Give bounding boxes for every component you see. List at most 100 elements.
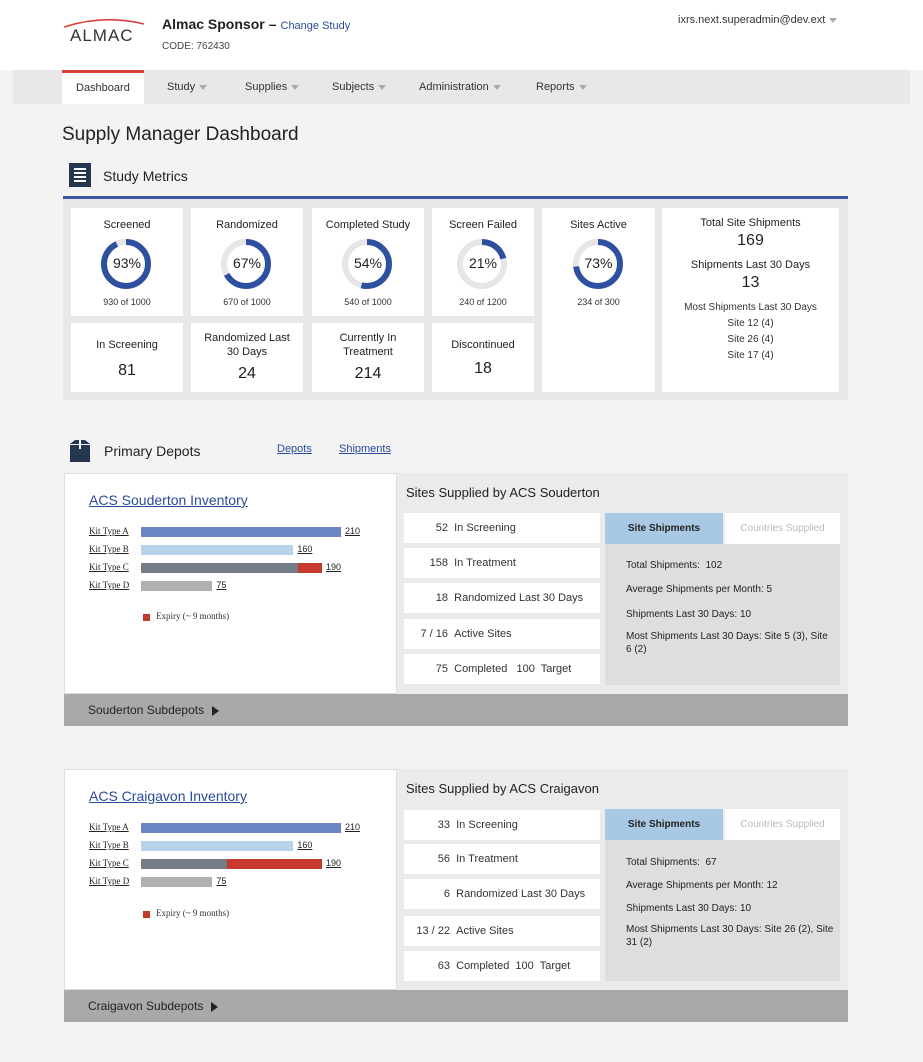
main-nav: Dashboard Study Supplies Subjects Admini…	[13, 70, 910, 104]
site-stat-num: 75	[435, 663, 448, 675]
chevron-down-icon	[378, 84, 387, 90]
sponsor-label: Almac Sponsor	[162, 16, 265, 32]
subdepot-label: Craigavon Subdepots	[88, 999, 204, 1013]
most-shipments-site: Site 17 (4)	[727, 350, 774, 361]
count-label: Randomized Last 30 Days	[204, 332, 290, 358]
kit-bar	[141, 581, 213, 591]
kit-label[interactable]: Kit Type C	[89, 858, 129, 868]
kit-value: 160	[297, 840, 313, 850]
kit-value: 75	[216, 876, 227, 886]
kit-expiry-bar	[298, 563, 322, 573]
study-metrics-panel: Screened 93% 930 of 1000 Randomized 67% …	[63, 196, 848, 400]
inventory-panel: ACS Craigavon Inventory Expiry (~ 9 mont…	[64, 769, 397, 990]
kit-bar	[141, 859, 227, 869]
chevron-down-icon	[199, 84, 208, 90]
ring-value: 73%	[584, 255, 613, 271]
subdepot-toggle[interactable]: Craigavon Subdepots	[64, 990, 848, 1022]
ring-value: 21%	[468, 255, 498, 271]
expiry-legend-label: Expiry (~ 9 months)	[156, 908, 230, 918]
metric-label: Randomized	[216, 219, 278, 231]
site-stat-num: 13 / 22	[416, 925, 450, 937]
kit-value: 75	[216, 580, 227, 590]
kit-label[interactable]: Kit Type B	[89, 840, 129, 850]
chevron-down-icon	[578, 84, 587, 90]
kit-value: 210	[345, 526, 361, 536]
ship-stat: Shipments Last 30 Days: 10	[626, 609, 752, 620]
kit-label[interactable]: Kit Type B	[89, 544, 129, 554]
site-stat-row: 7 / 16 Active Sites	[404, 619, 600, 649]
site-stat-label: Active Sites	[456, 925, 514, 937]
metric-sites-active: Sites Active 73% 234 of 300	[542, 208, 655, 392]
change-study-link[interactable]: Change Study	[281, 20, 351, 32]
sponsor-name: Almac Sponsor – Change Study	[162, 16, 350, 32]
sites-supplied-panel: Sites Supplied by ACS Souderton 52 In Sc…	[397, 473, 848, 694]
site-stat-row: 52 In Screening	[404, 513, 600, 543]
count-label: In Screening	[96, 339, 158, 351]
depot-souderton: ACS Souderton Inventory Expiry (~ 9 mont…	[64, 473, 848, 694]
ship-stat: Total Shipments: 102	[626, 560, 723, 571]
count-value: 214	[354, 365, 382, 382]
metric-screen-failed: Screen Failed 21% 240 of 1200	[432, 208, 534, 316]
kit-bar	[141, 823, 341, 833]
ring-sub: 234 of 300	[577, 297, 620, 307]
site-stat-label: Randomized Last 30 Days	[456, 888, 586, 900]
count-value: 18	[474, 360, 492, 377]
site-stat-num: 6	[443, 888, 450, 900]
ship-stat: Shipments Last 30 Days: 10	[626, 903, 752, 914]
shipments-link[interactable]: Shipments	[339, 443, 391, 455]
site-stat-row: 13 / 22 Active Sites	[404, 916, 600, 946]
nav-supplies[interactable]: Supplies	[231, 70, 313, 104]
nav-reports[interactable]: Reports	[522, 70, 601, 104]
ship-stat: Most Shipments Last 30 Days: Site 5 (3),…	[626, 631, 828, 655]
nav-dashboard[interactable]: Dashboard	[62, 70, 144, 104]
kit-label[interactable]: Kit Type D	[89, 876, 129, 886]
nav-subjects[interactable]: Subjects	[318, 70, 400, 104]
kit-label[interactable]: Kit Type A	[89, 526, 129, 536]
tab-countries-supplied[interactable]: Countries Supplied	[725, 513, 840, 544]
subdepot-toggle[interactable]: Souderton Subdepots	[64, 694, 848, 726]
site-stat-label: Completed 100 Target	[454, 663, 572, 675]
kit-label[interactable]: Kit Type C	[89, 562, 129, 572]
metric-shipments: Total Site Shipments 169 Shipments Last …	[662, 208, 839, 392]
nav-label: Supplies	[245, 81, 288, 93]
metric-label: Screen Failed	[449, 219, 517, 231]
shipments-last30-value: 13	[741, 274, 760, 291]
site-stat-num: 52	[435, 522, 448, 534]
ship-stat: Average Shipments per Month: 5	[626, 584, 773, 595]
nav-administration[interactable]: Administration	[405, 70, 515, 104]
expiry-legend-swatch	[143, 614, 150, 621]
tab-site-shipments[interactable]: Site Shipments	[605, 513, 723, 544]
kit-label[interactable]: Kit Type D	[89, 580, 129, 590]
depot-craigavon: ACS Craigavon Inventory Expiry (~ 9 mont…	[64, 769, 848, 990]
metric-randomized: Randomized 67% 670 of 1000	[191, 208, 303, 316]
site-stat-row: 75 Completed 100 Target	[404, 654, 600, 684]
box-icon	[68, 440, 92, 462]
tab-site-shipments[interactable]: Site Shipments	[605, 809, 723, 840]
count-in-screening: In Screening 81	[71, 323, 183, 392]
kit-expiry-bar	[226, 859, 322, 869]
site-stat-num: 33	[437, 819, 450, 831]
inventory-title-link[interactable]: ACS Souderton Inventory	[89, 492, 248, 508]
sites-supplied-panel: Sites Supplied by ACS Craigavon 33 In Sc…	[397, 769, 848, 990]
document-lines-icon	[74, 168, 86, 182]
sites-supplied-title: Sites Supplied by ACS Souderton	[406, 485, 600, 500]
sponsor-dash: –	[268, 16, 277, 32]
site-stat-label: Completed 100 Target	[456, 960, 571, 972]
most-shipments-label: Most Shipments Last 30 Days	[684, 302, 817, 313]
expiry-legend-label: Expiry (~ 9 months)	[156, 611, 230, 621]
site-stat-row: 18 Randomized Last 30 Days	[404, 583, 600, 613]
tab-countries-supplied[interactable]: Countries Supplied	[725, 809, 840, 840]
ring-value: 93%	[112, 255, 142, 271]
box-shape-icon	[70, 440, 90, 462]
play-arrow-icon	[212, 705, 220, 716]
site-shipments-box: Total Shipments: 67 Average Shipments pe…	[605, 840, 840, 981]
user-menu[interactable]: ixrs.next.superadmin@dev.ext	[678, 14, 838, 26]
count-randomized-30: Randomized Last 30 Days 24	[191, 323, 303, 392]
kit-label[interactable]: Kit Type A	[89, 822, 129, 832]
metric-screened: Screened 93% 930 of 1000	[71, 208, 183, 316]
inventory-title-link[interactable]: ACS Craigavon Inventory	[89, 788, 247, 804]
depots-link[interactable]: Depots	[277, 443, 312, 455]
shipments-last30-label: Shipments Last 30 Days	[690, 259, 811, 271]
total-shipments-label: Total Site Shipments	[700, 217, 801, 229]
nav-study[interactable]: Study	[153, 70, 221, 104]
